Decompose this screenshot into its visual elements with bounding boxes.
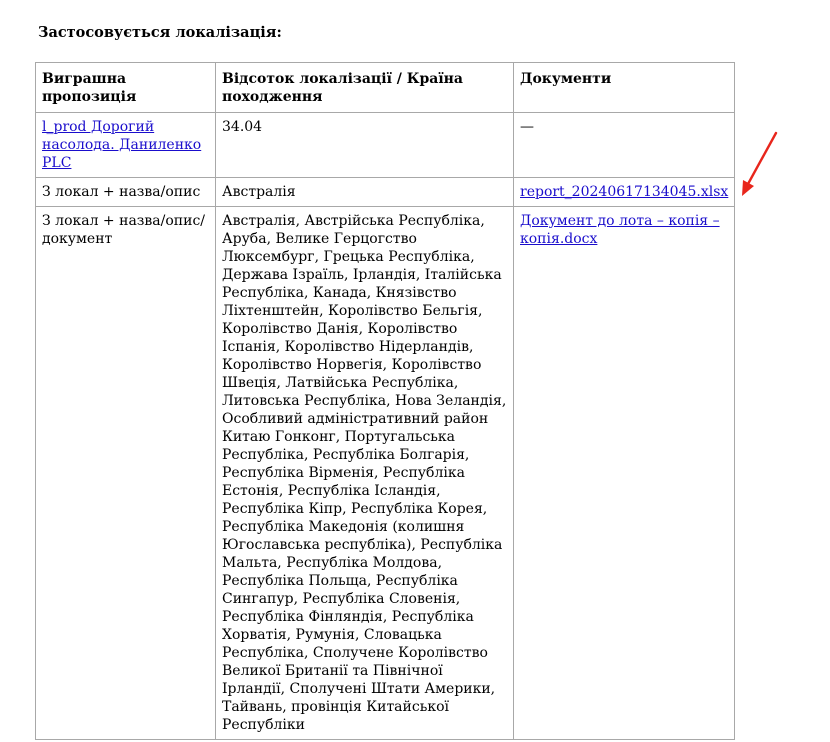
offer-link[interactable]: l_prod Дорогий насолода. Даниленко PLC [42, 119, 201, 171]
documents-cell: — [512, 112, 736, 178]
percent-cell: 34.04 [215, 112, 514, 178]
arrow-head [742, 180, 754, 196]
offer-cell: З локал + назва/опис/документ [35, 206, 216, 740]
offer-cell: l_prod Дорогий насолода. Даниленко PLC [35, 112, 216, 178]
document-link-report-xlsx[interactable]: report_20240617134045.xlsx [520, 184, 728, 200]
page-heading: Застосовується локалізація: [38, 24, 282, 41]
header-percent: Відсоток локалізації / Країна походження [215, 62, 514, 113]
header-documents: Документи [512, 62, 736, 113]
offer-cell: З локал + назва/опис [35, 177, 216, 207]
table-row: З локал + назва/опис/документ Австралія,… [35, 206, 736, 740]
document-link-docx[interactable]: Документ до лота – копія – копія.docx [520, 213, 720, 247]
arrow-shaft [746, 131, 778, 186]
table-header-row: Виграшна пропозиція Відсоток локалізації… [35, 62, 736, 113]
localization-table: Виграшна пропозиція Відсоток локалізації… [35, 62, 736, 740]
documents-cell: report_20240617134045.xlsx [512, 177, 736, 207]
percent-cell: Австралія [215, 177, 514, 207]
header-offer: Виграшна пропозиція [35, 62, 216, 113]
table-row: З локал + назва/опис Австралія report_20… [35, 177, 736, 207]
documents-cell: Документ до лота – копія – копія.docx [512, 206, 736, 740]
table-row: l_prod Дорогий насолода. Даниленко PLC 3… [35, 112, 736, 178]
percent-cell: Австралія, Австрійська Республіка, Аруба… [215, 206, 514, 740]
